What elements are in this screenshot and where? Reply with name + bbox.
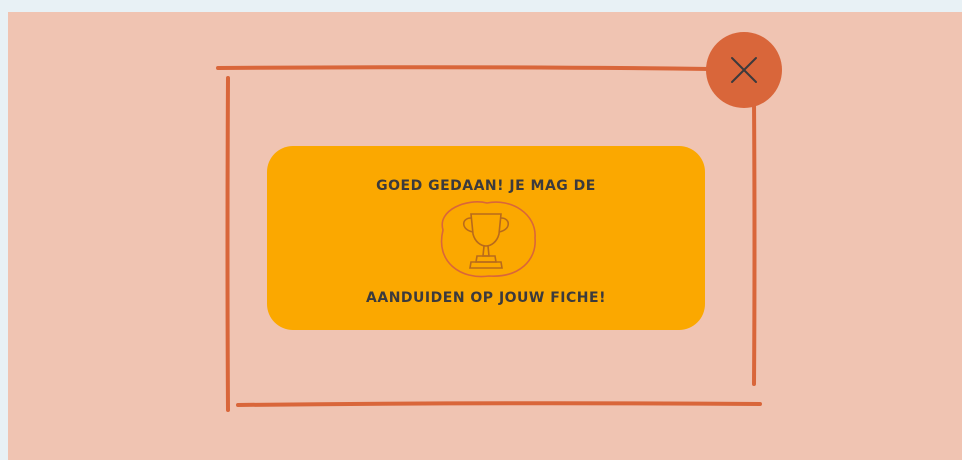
trophy-icon [440,201,536,278]
trophy-badge [433,200,539,278]
close-icon [731,57,757,83]
reward-message-line1: GOED GEDAAN! JE MAG DE [376,178,596,194]
close-button[interactable] [706,32,782,108]
reward-message-line2: AANDUIDEN OP JOUW FICHE! [366,290,606,306]
reward-card: GOED GEDAAN! JE MAG DE AANDUIDEN OP JOUW… [267,146,705,330]
